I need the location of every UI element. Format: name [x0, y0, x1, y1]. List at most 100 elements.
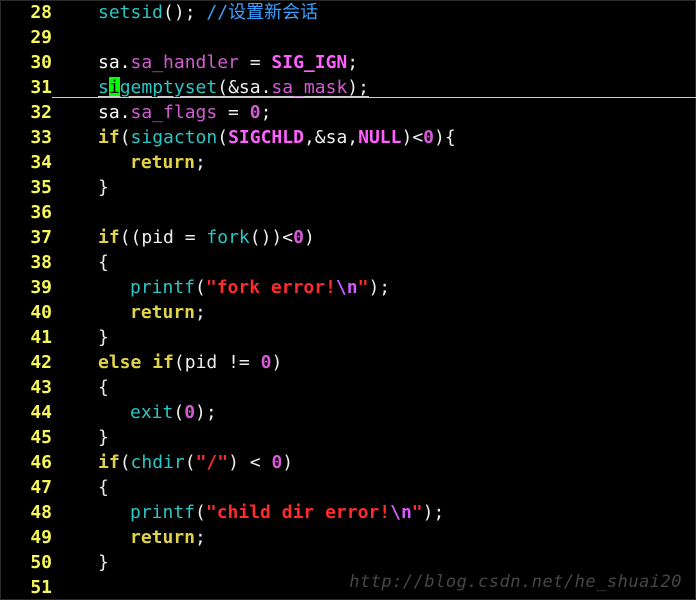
code-token [141, 352, 152, 373]
code-token: ; [195, 302, 206, 323]
code-line[interactable]: 47{ [0, 475, 696, 500]
code-line[interactable]: 36 [0, 200, 696, 225]
code-token: if [152, 352, 174, 373]
code-token: sa_handler [131, 52, 239, 73]
code-line[interactable]: 48printf("child dir error!\n"); [0, 500, 696, 525]
code-token: sa. [98, 102, 131, 123]
code-line[interactable]: 30sa.sa_handler = SIG_IGN; [0, 50, 696, 75]
code-token: fork [206, 227, 249, 248]
line-number: 30 [0, 50, 66, 75]
code-token: } [98, 177, 109, 198]
code-line[interactable]: 38{ [0, 250, 696, 275]
code-line[interactable]: 43{ [0, 375, 696, 400]
code-line[interactable]: 45} [0, 425, 696, 450]
code-token: \n [390, 502, 412, 523]
code-token: ,&sa, [304, 127, 358, 148]
code-content[interactable]: printf("child dir error!\n"); [66, 500, 696, 525]
code-line[interactable]: 49return; [0, 525, 696, 550]
line-number: 28 [0, 0, 66, 25]
code-line[interactable]: 37if((pid = fork())<0) [0, 225, 696, 250]
code-content[interactable]: if(sigacton(SIGCHLD,&sa,NULL)<0){ [66, 125, 696, 150]
line-number: 50 [0, 550, 66, 575]
code-token: (); [163, 2, 206, 23]
code-content[interactable]: { [66, 375, 696, 400]
code-token: ( [120, 127, 131, 148]
line-number: 42 [0, 350, 66, 375]
code-line[interactable]: 32sa.sa_flags = 0; [0, 100, 696, 125]
line-number: 32 [0, 100, 66, 125]
code-content[interactable] [66, 575, 696, 600]
code-content[interactable]: setsid(); //设置新会话 [66, 0, 696, 25]
code-token: SIG_IGN [271, 52, 347, 73]
line-number: 41 [0, 325, 66, 350]
code-token: sigacton [131, 127, 218, 148]
code-line[interactable]: 39printf("fork error!\n"); [0, 275, 696, 300]
code-token: ){ [434, 127, 456, 148]
code-token: return [130, 527, 195, 548]
line-number: 49 [0, 525, 66, 550]
code-content[interactable] [66, 200, 696, 225]
code-content[interactable]: sa.sa_handler = SIG_IGN; [66, 50, 696, 75]
code-content[interactable]: return; [66, 300, 696, 325]
code-token: )< [401, 127, 423, 148]
code-content[interactable]: if(chdir("/") < 0) [66, 450, 696, 475]
code-content[interactable] [66, 25, 696, 50]
code-token: ; [195, 152, 206, 173]
code-line[interactable]: 46if(chdir("/") < 0) [0, 450, 696, 475]
code-line[interactable]: 29 [0, 25, 696, 50]
code-token: ((pid = [120, 227, 207, 248]
code-token: return [130, 152, 195, 173]
code-line[interactable]: 51 [0, 575, 696, 600]
code-token: ( [185, 452, 196, 473]
line-number: 39 [0, 275, 66, 300]
code-content[interactable]: sa.sa_flags = 0; [66, 100, 696, 125]
code-token: = [217, 102, 250, 123]
code-line[interactable]: 34return; [0, 150, 696, 175]
code-editor[interactable]: 28setsid(); //设置新会话2930sa.sa_handler = S… [0, 0, 696, 600]
code-token: { [98, 377, 109, 398]
code-content[interactable]: else if(pid != 0) [66, 350, 696, 375]
line-number: 37 [0, 225, 66, 250]
code-content[interactable]: if((pid = fork())<0) [66, 225, 696, 250]
code-line[interactable]: 41} [0, 325, 696, 350]
code-content[interactable]: { [66, 250, 696, 275]
code-line[interactable]: 40return; [0, 300, 696, 325]
code-token: s [98, 77, 109, 98]
code-content[interactable]: printf("fork error!\n"); [66, 275, 696, 300]
line-number: 47 [0, 475, 66, 500]
code-token: 0 [271, 452, 282, 473]
code-token: ); [347, 77, 369, 98]
line-number: 36 [0, 200, 66, 225]
code-content[interactable]: return; [66, 150, 696, 175]
code-token: 0 [293, 227, 304, 248]
line-number: 51 [0, 575, 66, 600]
line-number: 35 [0, 175, 66, 200]
code-token: printf [130, 502, 195, 523]
code-token: return [130, 302, 195, 323]
code-token: ( [195, 277, 206, 298]
code-token: sa_flags [131, 102, 218, 123]
code-line[interactable]: 50} [0, 550, 696, 575]
code-line[interactable]: 28setsid(); //设置新会话 [0, 0, 696, 25]
code-line[interactable]: 42else if(pid != 0) [0, 350, 696, 375]
line-number: 48 [0, 500, 66, 525]
code-line[interactable]: 35} [0, 175, 696, 200]
code-content[interactable]: } [66, 425, 696, 450]
line-number: 38 [0, 250, 66, 275]
code-content[interactable]: } [66, 550, 696, 575]
code-line[interactable]: 33if(sigacton(SIGCHLD,&sa,NULL)<0){ [0, 125, 696, 150]
code-token: (pid != [174, 352, 261, 373]
code-token: ; [347, 52, 358, 73]
code-content[interactable]: return; [66, 525, 696, 550]
line-number: 44 [0, 400, 66, 425]
code-token: chdir [131, 452, 185, 473]
code-token: \n [336, 277, 358, 298]
code-content[interactable]: { [66, 475, 696, 500]
code-line[interactable]: 44exit(0); [0, 400, 696, 425]
code-content[interactable]: exit(0); [66, 400, 696, 425]
code-content[interactable]: } [66, 175, 696, 200]
code-content[interactable]: } [66, 325, 696, 350]
code-token: " [358, 277, 369, 298]
code-token: ( [120, 452, 131, 473]
code-token: ); [368, 277, 390, 298]
